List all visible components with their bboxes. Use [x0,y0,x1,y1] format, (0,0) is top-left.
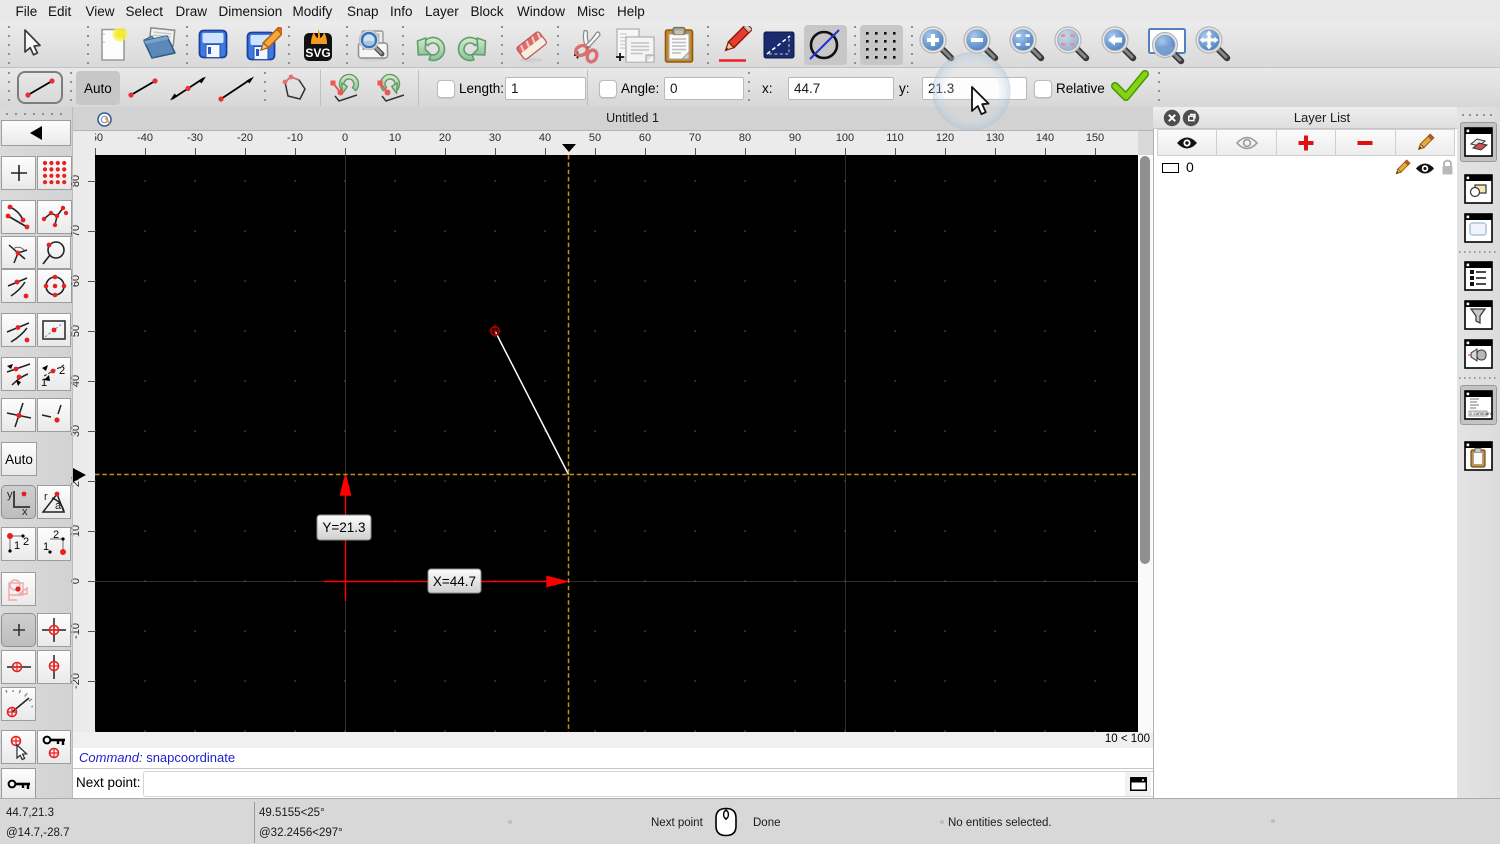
svg-text:2: 2 [53,530,59,541]
svg-text:c command: c command [1470,411,1493,416]
svg-text:SVG: SVG [305,46,330,60]
svg-text:2: 2 [23,536,29,548]
svg-text:r: r [44,491,48,503]
svg-text:a: a [55,500,62,512]
svg-text:1: 1 [43,541,49,553]
svg-text:x: x [22,506,28,516]
svg-text:y: y [7,489,13,501]
svg-text:Y=21.3: Y=21.3 [322,520,365,535]
svg-text:2: 2 [59,365,65,377]
svg-text:1: 1 [41,377,47,388]
svg-text:1: 1 [14,540,20,552]
svg-text:X=44.7: X=44.7 [433,574,476,589]
